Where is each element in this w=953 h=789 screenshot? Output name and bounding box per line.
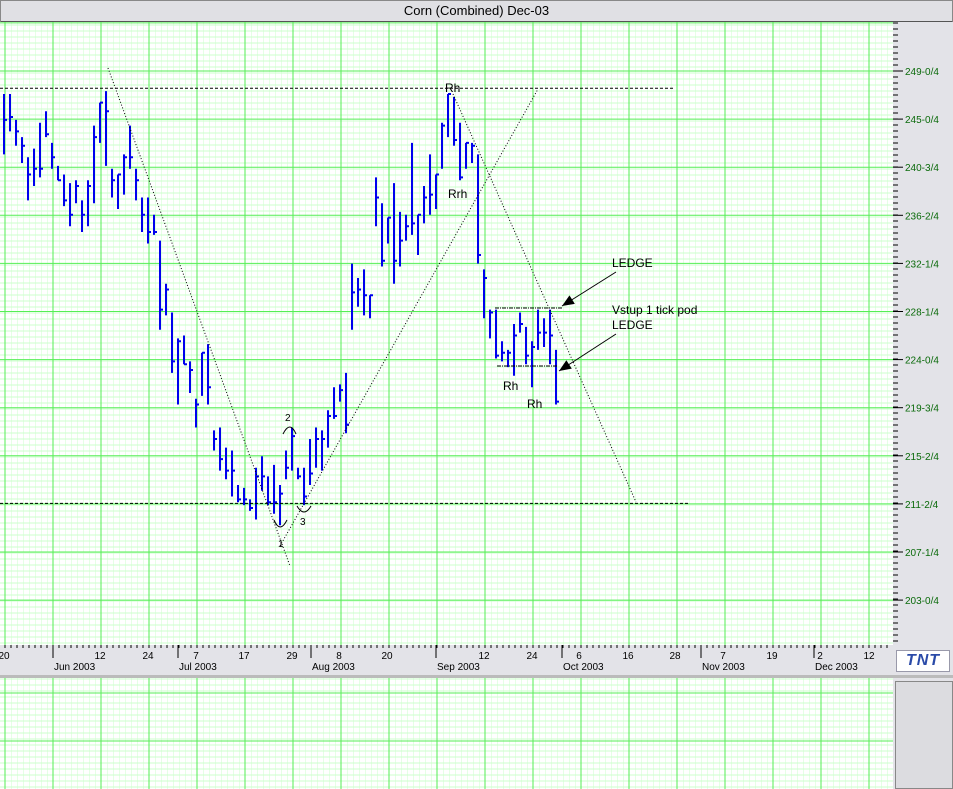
x-month-label: Jun 2003 bbox=[54, 662, 96, 673]
x-day-label: 12 bbox=[478, 651, 490, 662]
y-tick-label: 232-1/4 bbox=[905, 259, 939, 270]
x-day-label: 24 bbox=[142, 651, 154, 662]
x-month-label: Aug 2003 bbox=[312, 662, 355, 673]
x-day-label: 19 bbox=[766, 651, 778, 662]
y-tick-label: 211-2/4 bbox=[905, 500, 939, 511]
label-vstup: Vstup 1 tick pod bbox=[612, 303, 697, 317]
y-tick-label: 228-1/4 bbox=[905, 308, 939, 319]
y-tick-label: 236-2/4 bbox=[905, 211, 939, 222]
tnt-logo: TNT bbox=[896, 650, 950, 672]
x-day-label: 8 bbox=[336, 651, 342, 662]
x-day-label: 16 bbox=[622, 651, 634, 662]
y-tick-label: 240-3/4 bbox=[905, 163, 939, 174]
x-month-label: Nov 2003 bbox=[702, 662, 745, 673]
y-tick-label: 215-2/4 bbox=[905, 452, 939, 463]
label-point-1: 1 bbox=[278, 539, 284, 550]
plot-area bbox=[0, 22, 893, 649]
x-day-label: 7 bbox=[720, 651, 726, 662]
y-tick-label: 207-1/4 bbox=[905, 548, 939, 559]
x-day-label: 29 bbox=[286, 651, 298, 662]
label-rrh: Rrh bbox=[448, 187, 467, 201]
y-tick-label: 203-0/4 bbox=[905, 596, 939, 607]
x-day-label: 20 bbox=[381, 651, 393, 662]
label-rh-low1: Rh bbox=[503, 379, 518, 393]
x-day-label: 20 bbox=[0, 651, 10, 662]
x-day-label: 7 bbox=[193, 651, 199, 662]
chart-canvas[interactable]: 249-0/4 245-0/4 240-3/4 236-2/4 232-1/4 228-1… bbox=[0, 22, 953, 789]
x-month-label: Sep 2003 bbox=[437, 662, 480, 673]
x-day-label: 12 bbox=[94, 651, 106, 662]
x-day-label: 6 bbox=[576, 651, 582, 662]
x-day-label: 17 bbox=[238, 651, 250, 662]
lower-panel-axis-box bbox=[895, 681, 953, 789]
x-day-label: 28 bbox=[669, 651, 681, 662]
label-point-3: 3 bbox=[300, 517, 306, 528]
label-ledge-1: LEDGE bbox=[612, 256, 653, 270]
label-point-2: 2 bbox=[285, 413, 291, 424]
lower-panel bbox=[0, 678, 893, 789]
x-day-label: 12 bbox=[863, 651, 875, 662]
x-month-label: Oct 2003 bbox=[563, 662, 604, 673]
y-tick-label: 245-0/4 bbox=[905, 115, 939, 126]
x-day-label: 2 bbox=[817, 651, 823, 662]
label-rh-top: Rh bbox=[445, 81, 460, 95]
y-tick-label: 249-0/4 bbox=[905, 67, 939, 78]
x-month-label: Dec 2003 bbox=[815, 662, 858, 673]
y-tick-label: 219-3/4 bbox=[905, 404, 939, 415]
x-month-label: Jul 2003 bbox=[179, 662, 217, 673]
chart-title: Corn (Combined) Dec-03 bbox=[0, 0, 953, 23]
panel-splitter[interactable] bbox=[0, 675, 953, 678]
x-day-label: 24 bbox=[526, 651, 538, 662]
label-ledge-2: LEDGE bbox=[612, 318, 653, 332]
y-tick-label: 224-0/4 bbox=[905, 356, 939, 367]
label-rh-low2: Rh bbox=[527, 397, 542, 411]
